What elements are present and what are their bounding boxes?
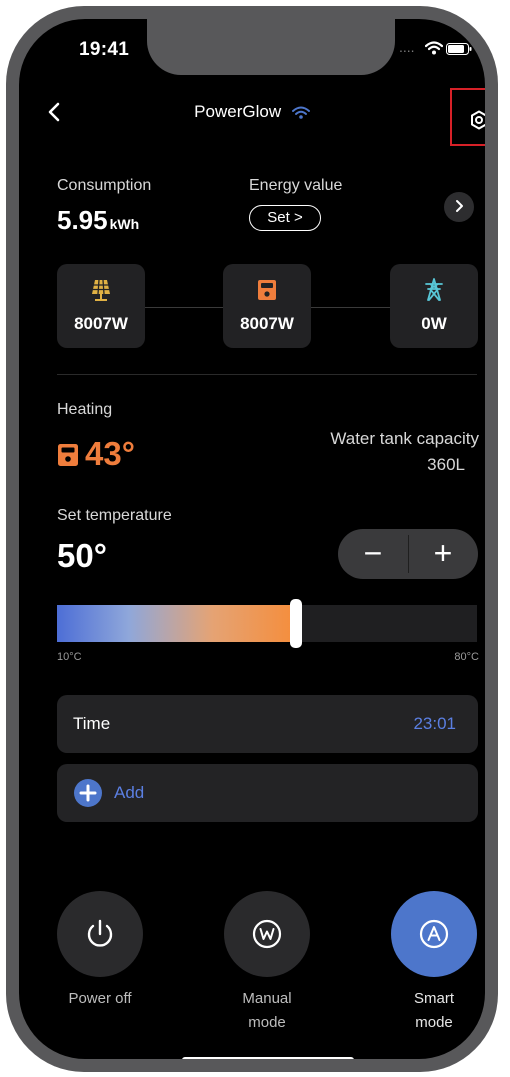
heating-temperature: 43°	[57, 435, 135, 473]
add-schedule-button[interactable]: Add	[57, 764, 478, 822]
smart-mode-button[interactable]	[391, 891, 477, 977]
manual-mode-label-line1: Manual	[242, 990, 292, 1007]
grid-card[interactable]: 0W	[390, 264, 478, 348]
solar-card[interactable]: 8007W	[57, 264, 145, 348]
phone-frame: 19:41 .... PowerGlow Consumption 5.95 kW…	[6, 6, 498, 1072]
schedule-time-value: 23:01	[413, 714, 456, 733]
details-chevron-button[interactable]	[444, 192, 474, 222]
settings-icon[interactable]	[470, 110, 485, 130]
connection-wifi-icon	[291, 106, 310, 119]
battery-card[interactable]: 8007W	[223, 264, 311, 348]
chevron-right-icon	[456, 200, 463, 212]
consumption-number: 5.95	[57, 205, 108, 235]
consumption-label: Consumption	[57, 177, 152, 194]
wifi-icon	[425, 41, 443, 55]
increase-temperature-button[interactable]: +	[408, 529, 478, 579]
slider-max-label: 80°C	[454, 651, 479, 663]
power-off-label: Power off	[45, 987, 155, 1011]
status-time: 19:41	[79, 39, 130, 60]
heating-temperature-value: 43°	[85, 435, 135, 472]
set-temperature-label: Set temperature	[57, 507, 172, 524]
decrease-temperature-button[interactable]: −	[338, 529, 408, 579]
consumption-unit: kWh	[109, 216, 140, 232]
power-off-button[interactable]	[57, 891, 143, 977]
set-temperature-value: 50°	[57, 537, 107, 574]
page-title: PowerGlow	[194, 102, 282, 121]
app-screen: 19:41 .... PowerGlow Consumption 5.95 kW…	[19, 19, 485, 1059]
tank-capacity-value: 360L	[427, 455, 465, 474]
energy-set-button[interactable]: Set >	[249, 205, 321, 231]
grid-power-value: 0W	[421, 314, 447, 333]
manual-mode-label-line2: mode	[248, 1014, 286, 1031]
smart-mode-label-line1: Smart	[413, 990, 454, 1007]
phone-notch	[147, 19, 395, 75]
add-schedule-label: Add	[114, 783, 145, 802]
water-heater-icon	[58, 444, 78, 466]
energy-value-label: Energy value	[249, 177, 343, 194]
page-title-bar: PowerGlow	[19, 102, 485, 122]
temperature-slider-thumb[interactable]	[290, 599, 302, 648]
battery-icon	[446, 43, 472, 55]
section-divider	[57, 374, 477, 375]
manual-mode-label: Manual mode	[212, 987, 322, 1035]
temperature-stepper: − +	[338, 529, 478, 579]
power-tower-icon	[425, 278, 443, 301]
plus-circle-icon	[74, 779, 102, 807]
battery-power-value: 8007W	[240, 314, 294, 333]
home-indicator[interactable]	[182, 1057, 354, 1059]
slider-min-label: 10°C	[57, 651, 82, 663]
battery-storage-icon	[258, 280, 276, 300]
power-off-label-line1: Power off	[68, 990, 132, 1007]
solar-power-value: 8007W	[74, 314, 128, 333]
tank-capacity-label: Water tank capacity	[330, 429, 479, 448]
temperature-slider-fill	[57, 605, 296, 642]
smart-mode-label-line2: mode	[415, 1014, 453, 1031]
smart-mode-label: Smart mode	[379, 987, 485, 1035]
heating-label: Heating	[57, 401, 113, 418]
manual-mode-icon	[252, 919, 282, 949]
power-icon	[87, 919, 113, 947]
schedule-time-label: Time	[73, 714, 111, 733]
consumption-value: 5.95 kWh	[57, 205, 139, 236]
smart-mode-icon	[419, 919, 449, 949]
manual-mode-button[interactable]	[224, 891, 310, 977]
signal-dots: ....	[399, 39, 415, 55]
solar-panel-icon	[92, 279, 110, 301]
schedule-time-row[interactable]: Time 23:01	[57, 695, 478, 753]
